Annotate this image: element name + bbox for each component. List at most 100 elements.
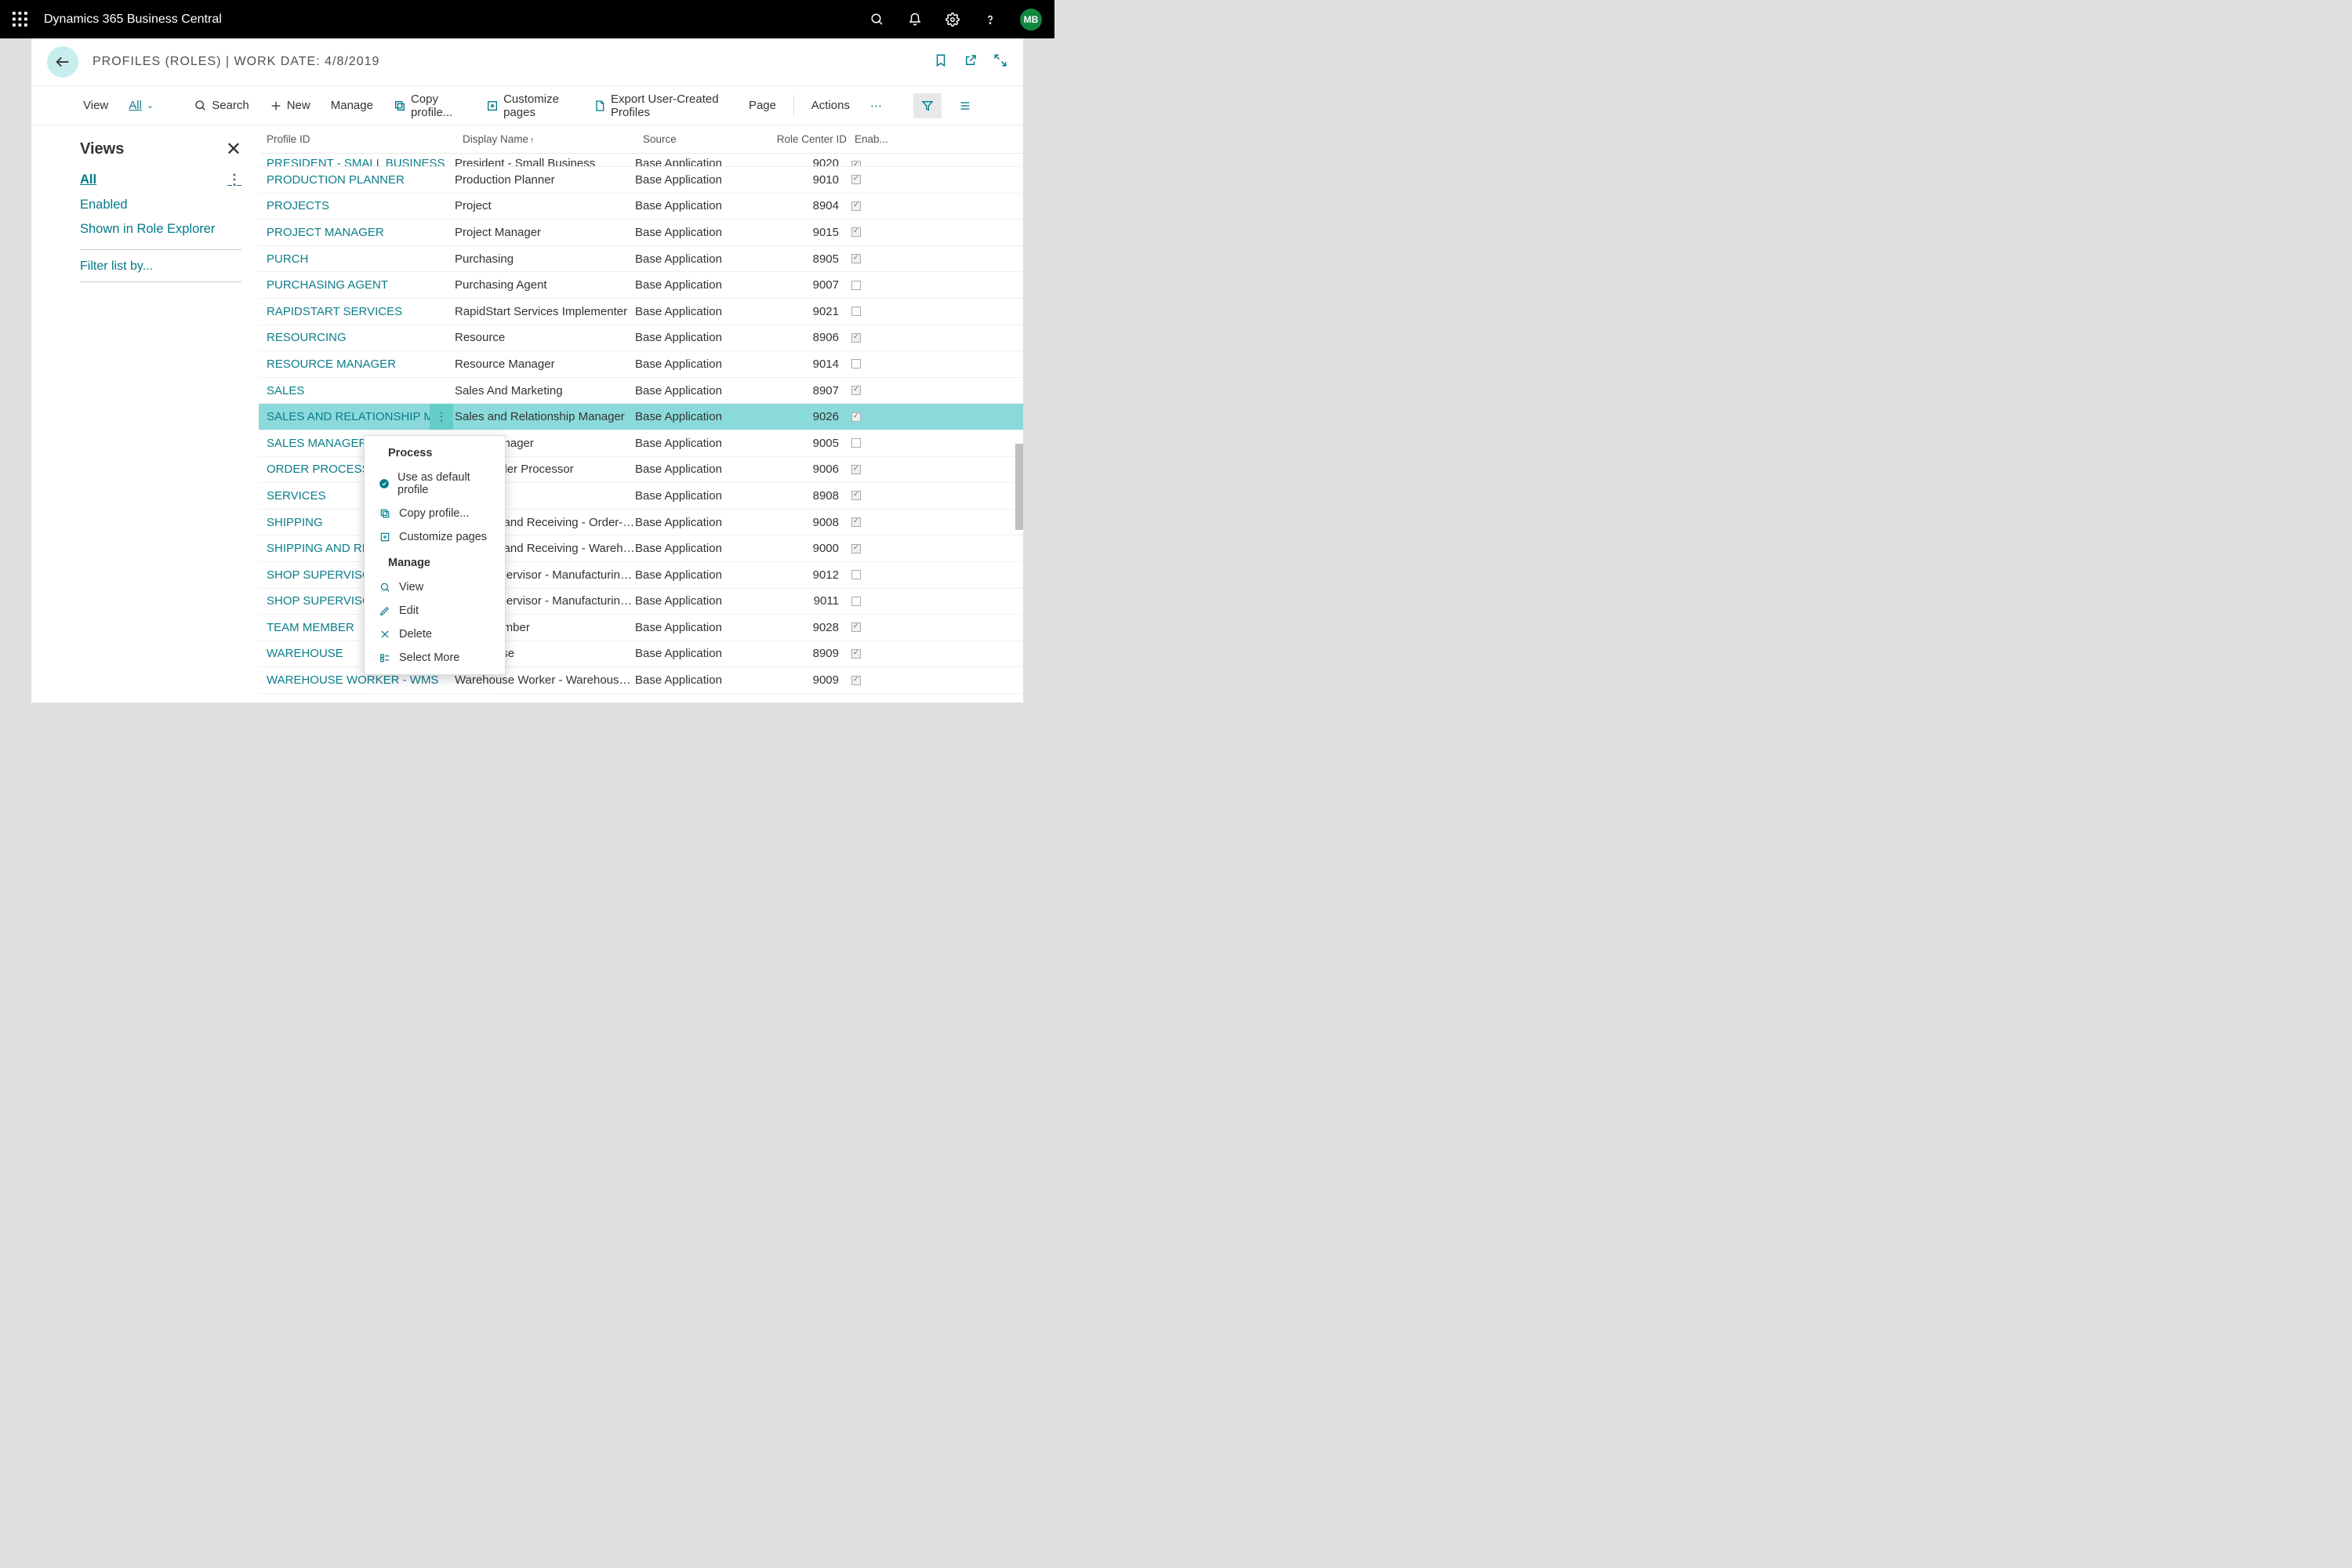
profile-id-cell[interactable]: PURCHASING AGENT <box>259 278 455 292</box>
table-row[interactable]: SALESSales And MarketingBase Application… <box>259 378 1023 405</box>
search-icon[interactable] <box>869 12 885 27</box>
enabled-cell[interactable] <box>847 412 887 422</box>
profile-id-cell[interactable]: WAREHOUSE WORKER - WMS <box>259 673 455 687</box>
checkbox-icon[interactable] <box>851 622 861 632</box>
header-display-name[interactable]: Display Name↑ <box>463 133 643 145</box>
table-row[interactable]: RESOURCE MANAGERResource ManagerBase App… <box>259 351 1023 378</box>
popout-icon[interactable] <box>964 53 978 71</box>
profile-id-cell[interactable]: RESOURCE MANAGER <box>259 358 455 371</box>
checkbox-icon[interactable] <box>851 201 861 211</box>
checkbox-icon[interactable] <box>851 307 861 316</box>
context-menu-item[interactable]: Customize pages <box>365 525 505 549</box>
enabled-cell[interactable] <box>847 227 887 237</box>
enabled-cell[interactable] <box>847 307 887 316</box>
view-item-more-icon[interactable]: ⋮ <box>227 172 241 188</box>
checkbox-icon[interactable] <box>851 597 861 606</box>
enabled-cell[interactable] <box>847 333 887 343</box>
table-row[interactable]: PROJECT MANAGERProject ManagerBase Appli… <box>259 220 1023 246</box>
view-button[interactable]: View <box>80 96 111 115</box>
checkbox-icon[interactable] <box>851 676 861 685</box>
enabled-cell[interactable] <box>847 649 887 659</box>
enabled-cell[interactable] <box>847 161 887 167</box>
manage-button[interactable]: Manage <box>328 96 376 115</box>
enabled-cell[interactable] <box>847 676 887 685</box>
profile-id-cell[interactable]: RESOURCING <box>259 331 455 344</box>
view-item[interactable]: Shown in Role Explorer <box>80 217 241 241</box>
avatar[interactable]: MB <box>1020 9 1042 31</box>
enabled-cell[interactable] <box>847 175 887 184</box>
enabled-cell[interactable] <box>847 570 887 579</box>
checkbox-icon[interactable] <box>851 517 861 527</box>
profile-id-cell[interactable]: RAPIDSTART SERVICES <box>259 305 455 318</box>
profile-id-cell[interactable]: SALES <box>259 384 455 397</box>
checkbox-icon[interactable] <box>851 544 861 554</box>
filter-list-by[interactable]: Filter list by... <box>80 260 241 274</box>
enabled-cell[interactable] <box>847 517 887 527</box>
enabled-cell[interactable] <box>847 597 887 606</box>
header-role-center[interactable]: Role Center ID <box>775 133 855 145</box>
enabled-cell[interactable] <box>847 491 887 500</box>
back-button[interactable] <box>47 46 78 78</box>
context-menu-item[interactable]: Use as default profile <box>365 466 505 502</box>
notifications-icon[interactable] <box>907 12 923 27</box>
collapse-icon[interactable] <box>993 53 1007 71</box>
profile-id-cell[interactable]: PRESIDENT - SMALL BUSINESS <box>259 157 455 167</box>
table-row[interactable]: PROJECTSProjectBase Application8904 <box>259 194 1023 220</box>
help-icon[interactable] <box>982 12 998 27</box>
enabled-cell[interactable] <box>847 544 887 554</box>
customize-button[interactable]: Customize pages <box>483 89 576 122</box>
app-launcher-icon[interactable] <box>13 12 28 27</box>
context-menu-item[interactable]: Select More <box>365 646 505 670</box>
checkbox-icon[interactable] <box>851 412 861 422</box>
row-more-icon[interactable]: ⋮ <box>430 404 453 430</box>
table-row[interactable]: PURCHPurchasingBase Application8905 <box>259 246 1023 273</box>
checkbox-icon[interactable] <box>851 254 861 263</box>
checkbox-icon[interactable] <box>851 649 861 659</box>
enabled-cell[interactable] <box>847 622 887 632</box>
view-item[interactable]: All⋮ <box>80 167 241 193</box>
settings-icon[interactable] <box>945 12 960 27</box>
context-menu-item[interactable]: Delete <box>365 622 505 646</box>
checkbox-icon[interactable] <box>851 465 861 474</box>
checkbox-icon[interactable] <box>851 333 861 343</box>
close-icon[interactable]: ✕ <box>226 138 241 161</box>
list-view-icon[interactable] <box>956 96 975 115</box>
all-dropdown[interactable]: All⌄ <box>125 96 157 115</box>
context-menu-item[interactable]: Copy profile... <box>365 502 505 525</box>
copy-profile-button[interactable]: Copy profile... <box>390 89 469 122</box>
context-menu-item[interactable]: Edit <box>365 599 505 622</box>
enabled-cell[interactable] <box>847 386 887 395</box>
checkbox-icon[interactable] <box>851 438 861 448</box>
checkbox-icon[interactable] <box>851 386 861 395</box>
bookmark-icon[interactable] <box>934 53 948 71</box>
header-profile-id[interactable]: Profile ID <box>267 133 463 145</box>
checkbox-icon[interactable] <box>851 161 861 167</box>
table-row[interactable]: PURCHASING AGENTPurchasing AgentBase App… <box>259 272 1023 299</box>
table-row[interactable]: PRESIDENT - SMALL BUSINESSPresident - Sm… <box>259 154 1023 167</box>
enabled-cell[interactable] <box>847 254 887 263</box>
profile-id-cell[interactable]: PURCH <box>259 252 455 266</box>
table-row[interactable]: PRODUCTION PLANNERProduction PlannerBase… <box>259 167 1023 194</box>
header-source[interactable]: Source <box>643 133 775 145</box>
enabled-cell[interactable] <box>847 281 887 290</box>
more-actions-icon[interactable]: ⋯ <box>867 96 885 116</box>
scrollbar[interactable] <box>1015 444 1023 530</box>
profile-id-cell[interactable]: PRODUCTION PLANNER <box>259 173 455 187</box>
profile-id-cell[interactable]: PROJECT MANAGER <box>259 226 455 239</box>
table-row[interactable]: RESOURCINGResourceBase Application8906 <box>259 325 1023 352</box>
header-enabled[interactable]: Enab... <box>855 133 895 145</box>
filter-icon[interactable] <box>913 93 942 118</box>
table-row[interactable]: SALES AND RELATIONSHIP MAN…⋮Sales and Re… <box>259 404 1023 430</box>
page-button[interactable]: Page <box>746 96 779 115</box>
checkbox-icon[interactable] <box>851 359 861 368</box>
new-button[interactable]: New <box>267 96 314 115</box>
checkbox-icon[interactable] <box>851 175 861 184</box>
profile-id-cell[interactable]: PROJECTS <box>259 199 455 212</box>
enabled-cell[interactable] <box>847 465 887 474</box>
checkbox-icon[interactable] <box>851 281 861 290</box>
enabled-cell[interactable] <box>847 359 887 368</box>
context-menu-item[interactable]: View <box>365 575 505 599</box>
checkbox-icon[interactable] <box>851 227 861 237</box>
export-button[interactable]: Export User-Created Profiles <box>590 89 731 122</box>
checkbox-icon[interactable] <box>851 491 861 500</box>
